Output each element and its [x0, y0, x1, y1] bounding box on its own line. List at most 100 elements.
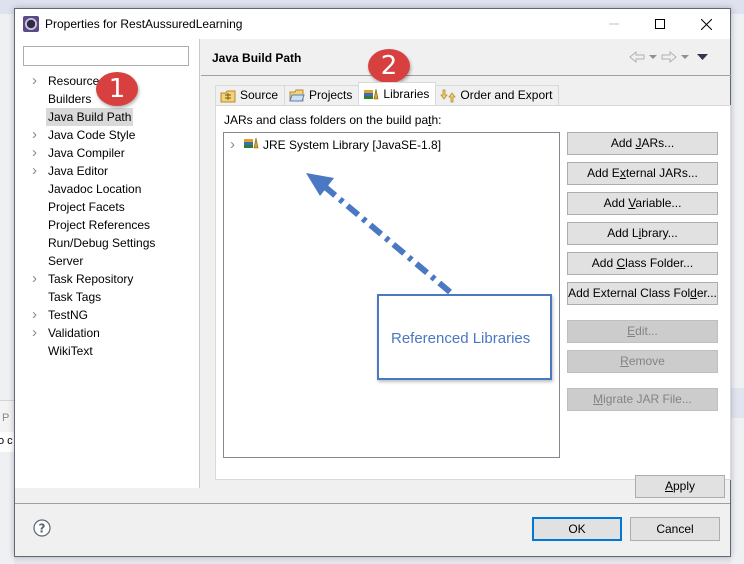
sidebar-item-task-repository[interactable]: › Task Repository [15, 270, 199, 288]
footer-separator [15, 503, 730, 504]
button-mnemonic: E [627, 324, 636, 338]
annotation-arrow [306, 173, 452, 295]
property-page-tree-panel: › Resource Builders Java Build Path › Java Co… [15, 39, 200, 488]
sidebar-item-label: Resource [48, 74, 100, 88]
add-variable-button[interactable]: Add Variable... [567, 192, 718, 215]
minimize-button[interactable] [591, 9, 637, 39]
source-folder-icon [220, 89, 236, 103]
eclipse-gear-icon [23, 16, 39, 32]
sidebar-item-server[interactable]: Server [15, 252, 199, 270]
sidebar-item-label: Task Repository [48, 272, 134, 286]
sidebar-item-label: Run/Debug Settings [48, 236, 156, 250]
title-bar[interactable]: Properties for RestAussuredLearning [15, 9, 730, 39]
button-label: Add [603, 196, 629, 210]
button-label: emove [628, 354, 665, 368]
button-mnemonic: M [593, 392, 604, 406]
remove-button[interactable]: Remove [567, 350, 718, 373]
libraries-description: JARs and class folders on the build path… [224, 113, 441, 127]
button-label: Add External Class Fol [568, 286, 691, 300]
annotation-callout-text: Referenced Libraries [391, 330, 531, 347]
sidebar-item-label: Builders [48, 92, 92, 106]
maximize-button[interactable] [637, 9, 683, 39]
filter-input[interactable] [23, 46, 189, 66]
button-label: igrate JAR File... [603, 392, 692, 406]
button-label: er... [696, 286, 717, 300]
maximize-icon [655, 19, 665, 29]
view-menu-icon[interactable] [697, 53, 709, 61]
sidebar-item-project-facets[interactable]: Project Facets [15, 198, 199, 216]
button-label: ternal JARs... [625, 166, 698, 180]
tab-label: Source [240, 88, 279, 102]
tab-libraries[interactable]: Libraries [358, 82, 437, 105]
tab-order-and-export[interactable]: Order and Export [435, 85, 560, 105]
close-icon [700, 18, 712, 30]
apply-mnemonic: A [664, 479, 673, 493]
sidebar-item-run-debug-settings[interactable]: Run/Debug Settings [15, 234, 199, 252]
sidebar-item-java-build-path[interactable]: Java Build Path [15, 108, 199, 126]
sidebar-item-label: Java Compiler [48, 146, 125, 160]
sidebar-item-label: Task Tags [48, 290, 102, 304]
chevron-right-icon[interactable]: › [32, 270, 37, 288]
forward-arrow-icon[interactable] [661, 51, 677, 63]
window-title: Properties for RestAussuredLearning [45, 17, 243, 31]
forward-dropdown-icon[interactable] [681, 54, 689, 60]
chevron-right-icon[interactable]: › [32, 306, 37, 324]
sidebar-item-label: Project References [48, 218, 151, 232]
help-icon[interactable]: ? [33, 519, 51, 537]
button-label: ARs... [641, 136, 675, 150]
button-label: Add [591, 256, 617, 270]
folder-icon [289, 89, 305, 103]
annotation-badge-2: 2 [368, 49, 410, 83]
ok-button[interactable]: OK [532, 517, 622, 541]
sidebar-item-label: Javadoc Location [48, 182, 142, 196]
sidebar-item-validation[interactable]: › Validation [15, 324, 199, 342]
background-app-right [731, 14, 744, 564]
page-navigation [629, 51, 709, 63]
edit-button[interactable]: Edit... [567, 320, 718, 343]
add-external-jars-button[interactable]: Add External JARs... [567, 162, 718, 185]
chevron-right-icon[interactable]: › [32, 144, 37, 162]
migrate-jar-file-button[interactable]: Migrate JAR File... [567, 388, 718, 411]
add-external-class-folder-button[interactable]: Add External Class Folder... [567, 282, 718, 305]
chevron-right-icon[interactable]: › [32, 324, 37, 342]
tab-label: Libraries [383, 86, 430, 101]
background-app-left: P o c [0, 14, 14, 564]
library-item[interactable]: › JRE System Library [JavaSE-1.8] [230, 136, 441, 153]
chevron-right-icon[interactable]: › [230, 136, 235, 153]
sidebar-item-javadoc-location[interactable]: Javadoc Location [15, 180, 199, 198]
back-arrow-icon[interactable] [629, 51, 645, 63]
button-label: ariable... [635, 196, 682, 210]
minimize-icon [609, 23, 619, 25]
tab-projects[interactable]: Projects [284, 85, 360, 105]
sidebar-item-java-compiler[interactable]: › Java Compiler [15, 144, 199, 162]
sidebar-item-label: Validation [48, 326, 100, 340]
chevron-right-icon[interactable]: › [32, 162, 37, 180]
page-title-separator [201, 75, 731, 76]
cancel-button[interactable]: Cancel [630, 517, 720, 541]
library-label: JRE System Library [JavaSE-1.8] [263, 137, 442, 152]
apply-button[interactable]: Apply [635, 475, 725, 498]
sidebar-item-wikitext[interactable]: WikiText [15, 342, 199, 360]
add-library-button[interactable]: Add Library... [567, 222, 718, 245]
sidebar-item-testng[interactable]: › TestNG [15, 306, 199, 324]
chevron-right-icon[interactable]: › [32, 126, 37, 144]
description-text: JARs and class folders on the build pa [224, 113, 429, 127]
add-class-folder-button[interactable]: Add Class Folder... [567, 252, 718, 275]
button-label: Add E [587, 166, 620, 180]
back-dropdown-icon[interactable] [649, 54, 657, 60]
sidebar-item-task-tags[interactable]: Task Tags [15, 288, 199, 306]
button-label: brary... [641, 226, 678, 240]
build-path-tabs: Source Projects Libraries Order and Export [215, 82, 560, 105]
chevron-right-icon[interactable]: › [32, 72, 37, 90]
button-mnemonic: d [690, 286, 697, 300]
sidebar-item-project-references[interactable]: Project References [15, 216, 199, 234]
tab-source[interactable]: Source [215, 85, 286, 105]
sidebar-item-label: Java Code Style [48, 128, 136, 142]
tab-label: Order and Export [460, 88, 553, 102]
sidebar-item-label: Project Facets [48, 200, 125, 214]
add-jars-button[interactable]: Add JARs... [567, 132, 718, 155]
close-button[interactable] [683, 9, 729, 39]
sidebar-item-java-code-style[interactable]: › Java Code Style [15, 126, 199, 144]
button-label: dit... [635, 324, 658, 338]
sidebar-item-java-editor[interactable]: › Java Editor [15, 162, 199, 180]
